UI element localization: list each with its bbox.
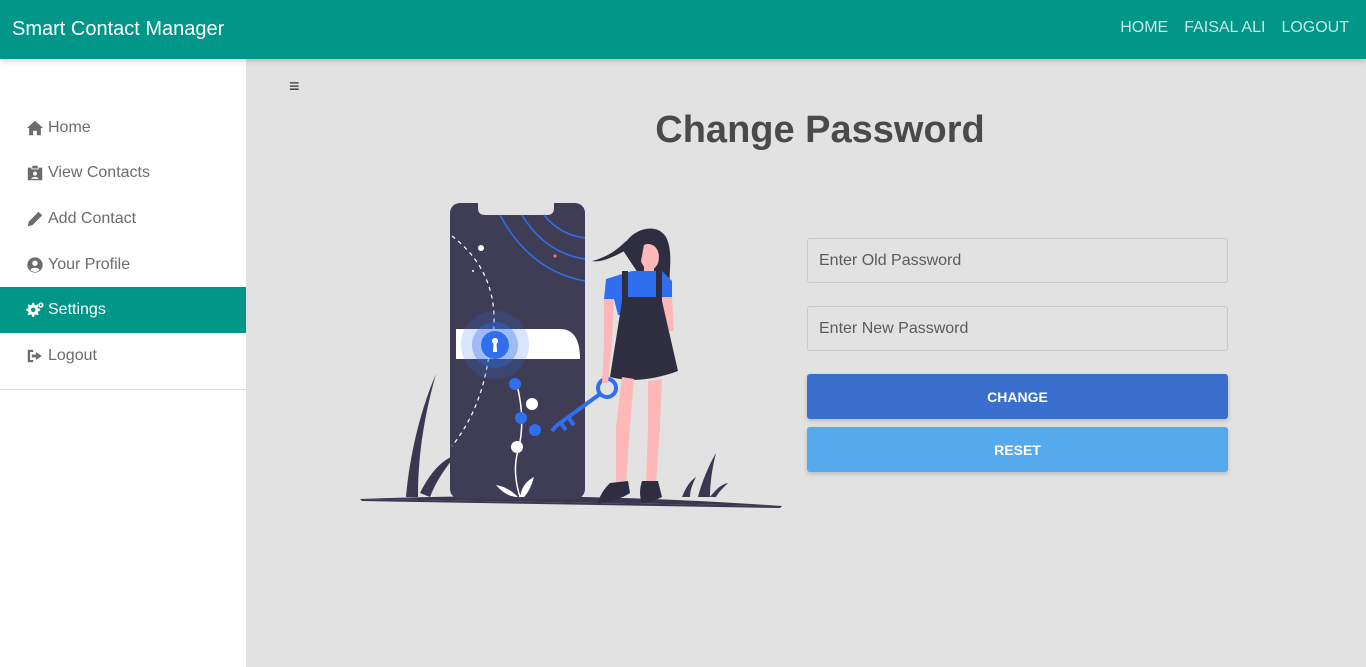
sidebar-item-view-contacts[interactable]: View Contacts bbox=[0, 151, 246, 197]
old-password-input[interactable] bbox=[807, 238, 1228, 283]
main-content: ≡ Change Password CHANGE RESET bbox=[246, 59, 1366, 667]
pencil-icon bbox=[25, 209, 45, 229]
nav-links: HOME FAISAL ALI LOGOUT bbox=[1120, 19, 1349, 37]
sidebar-menu: Home View Contacts Add Contact Your Prof… bbox=[0, 105, 246, 379]
sidebar-item-home[interactable]: Home bbox=[0, 105, 246, 151]
sidebar-item-label: Settings bbox=[48, 301, 106, 319]
sidebar-item-label: Logout bbox=[48, 346, 97, 364]
sidebar-item-label: View Contacts bbox=[48, 164, 150, 182]
home-icon bbox=[25, 118, 45, 138]
user-circle-icon bbox=[25, 255, 45, 275]
sidebar-item-label: Your Profile bbox=[48, 255, 131, 273]
nav-link-logout[interactable]: LOGOUT bbox=[1281, 19, 1349, 37]
nav-link-user[interactable]: FAISAL ALI bbox=[1184, 19, 1265, 37]
change-button[interactable]: CHANGE bbox=[807, 374, 1228, 419]
sidebar-item-add-contact[interactable]: Add Contact bbox=[0, 196, 246, 242]
sidebar-divider bbox=[0, 389, 246, 390]
gears-icon bbox=[25, 300, 45, 320]
menu-toggle-icon[interactable]: ≡ bbox=[289, 76, 300, 97]
security-illustration bbox=[360, 203, 782, 508]
sign-out-icon bbox=[25, 346, 45, 366]
sidebar-item-label: Add Contact bbox=[48, 209, 137, 227]
sidebar: Home View Contacts Add Contact Your Prof… bbox=[0, 59, 246, 667]
new-password-input[interactable] bbox=[807, 306, 1228, 351]
change-password-form: CHANGE RESET bbox=[807, 238, 1228, 472]
reset-button[interactable]: RESET bbox=[807, 427, 1228, 472]
sidebar-item-logout[interactable]: Logout bbox=[0, 333, 246, 379]
brand-title[interactable]: Smart Contact Manager bbox=[12, 18, 224, 41]
top-navbar: Smart Contact Manager HOME FAISAL ALI LO… bbox=[0, 0, 1366, 59]
nav-link-home[interactable]: HOME bbox=[1120, 19, 1168, 37]
sidebar-item-label: Home bbox=[48, 118, 91, 136]
page-title: Change Password bbox=[655, 109, 985, 151]
sidebar-item-settings[interactable]: Settings bbox=[0, 287, 246, 333]
id-badge-icon bbox=[25, 163, 45, 183]
sidebar-item-your-profile[interactable]: Your Profile bbox=[0, 242, 246, 288]
